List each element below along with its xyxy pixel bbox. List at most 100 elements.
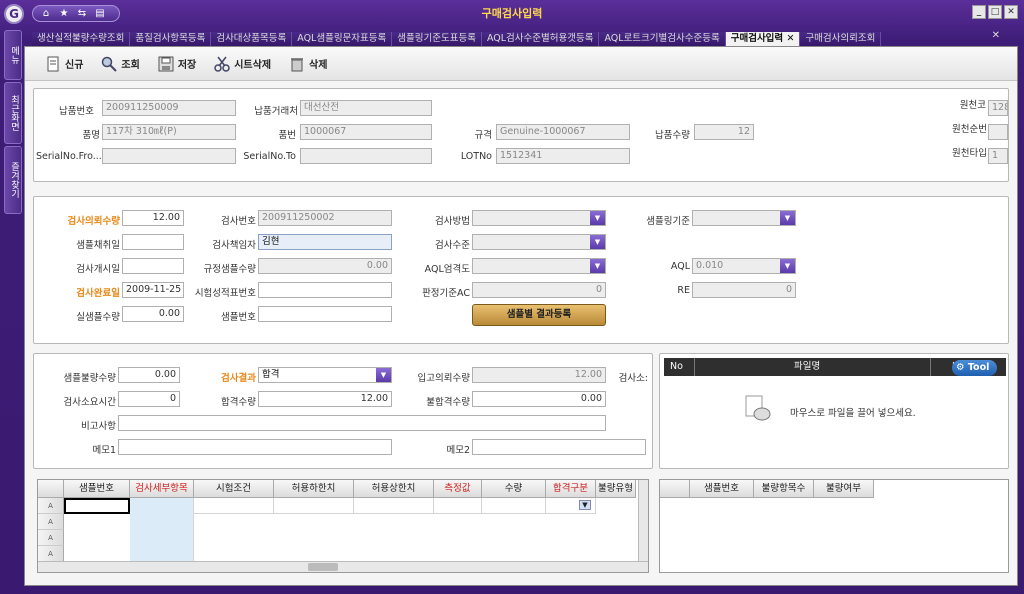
insp-no-field[interactable]: 200911250002 — [258, 210, 392, 226]
grid-cell[interactable] — [354, 498, 434, 514]
grid-cell[interactable] — [194, 498, 274, 514]
grid-cell-active[interactable] — [64, 498, 130, 514]
memo2-field[interactable] — [472, 439, 646, 455]
aql-select[interactable]: 0.010 ▼ — [692, 258, 796, 274]
sample-date-field[interactable] — [122, 234, 184, 250]
report-no-field[interactable] — [258, 282, 392, 298]
tool-button[interactable]: ⚙ Tool — [952, 360, 998, 376]
column-header[interactable]: 측정값 — [434, 480, 482, 498]
level-select[interactable]: ▼ — [472, 234, 606, 250]
delete-button[interactable]: 삭제 — [289, 56, 327, 72]
real-sample-field[interactable]: 0.00 — [122, 306, 184, 322]
source-type-field[interactable]: 1 — [988, 148, 1008, 164]
tab-aql-lot[interactable]: AQL로트크기별검사수준등록 — [599, 32, 726, 46]
sheet-delete-button[interactable]: 시트삭제 — [214, 56, 271, 72]
result-select[interactable]: 합격 ▼ — [258, 367, 392, 383]
sample-no-field[interactable] — [258, 306, 392, 322]
lot-field[interactable]: 1512341 — [496, 148, 630, 164]
window-controls: _ □ ✕ — [972, 5, 1018, 19]
tab-inspection-target[interactable]: 검사대상품목등록 — [211, 32, 293, 46]
delivery-no-field[interactable]: 200911250009 — [102, 100, 236, 116]
sidebar-item-menu[interactable]: 메뉴 — [4, 30, 22, 80]
chevron-down-icon[interactable]: ▼ — [579, 500, 591, 510]
inspector-field[interactable]: 김현 — [258, 234, 392, 250]
save-button[interactable]: 저장 — [158, 56, 196, 72]
column-header[interactable]: 불량여부 — [814, 480, 874, 498]
grid-cell[interactable] — [274, 498, 354, 514]
source-type-label: 원천타입 — [952, 148, 987, 159]
serial-to-field[interactable] — [300, 148, 432, 164]
level-label: 검사수준 — [435, 240, 470, 251]
sample-result-button[interactable]: 샘플별 결과등록 — [472, 304, 606, 326]
column-header[interactable]: 시험조건 — [194, 480, 274, 498]
tab-aql-letter[interactable]: AQL샘플링문자표등록 — [292, 32, 393, 46]
row-header[interactable]: A — [38, 530, 64, 546]
row-header[interactable]: A — [38, 514, 64, 530]
tab-aql-level[interactable]: AQL검사수준별허용갯등록 — [481, 32, 600, 46]
sidebar-item-favorites[interactable]: 즐겨찾기 — [4, 146, 22, 214]
column-header[interactable]: 합격구분 — [546, 480, 596, 498]
tab-production-defect[interactable]: 생산실적불량수량조회 — [32, 32, 131, 46]
new-button[interactable]: 신규 — [45, 56, 83, 72]
column-header[interactable]: 검사세부항목 — [130, 480, 194, 498]
grid-cell[interactable] — [482, 498, 546, 514]
spec-field[interactable]: Genuine-1000067 — [496, 124, 630, 140]
column-header[interactable]: 샘플번호 — [690, 480, 754, 498]
defect-qty-field[interactable]: 0.00 — [118, 367, 180, 383]
remark-field[interactable] — [118, 415, 606, 431]
row-header[interactable]: A — [38, 546, 64, 562]
source-seq-field[interactable] — [988, 124, 1008, 140]
time-field[interactable]: 0 — [118, 391, 180, 407]
vendor-field[interactable]: 대선산전 — [300, 100, 432, 116]
row-header[interactable]: A — [38, 498, 64, 514]
maximize-icon[interactable]: □ — [988, 5, 1002, 19]
search-label: 조회 — [121, 60, 140, 71]
tab-quality-items[interactable]: 품질검사항목등록 — [130, 32, 212, 46]
tab-sampling-table[interactable]: 샘플링기준도표등록 — [392, 32, 482, 46]
ac-field[interactable]: 0 — [472, 282, 606, 298]
fail-field[interactable]: 0.00 — [472, 391, 606, 407]
qty-field[interactable]: 12 — [694, 124, 754, 140]
grid-cell[interactable]: ▼ — [546, 498, 596, 514]
column-header[interactable]: 수량 — [482, 480, 546, 498]
sampling-std-select[interactable]: ▼ — [692, 210, 796, 226]
minimize-icon[interactable]: _ — [972, 5, 986, 19]
column-header[interactable]: 허용상한치 — [354, 480, 434, 498]
column-header[interactable]: 불량유형 — [596, 480, 636, 498]
grid-column-highlight[interactable] — [130, 498, 194, 562]
scroll-thumb[interactable] — [308, 563, 338, 571]
defect-grid[interactable]: 샘플번호 불량항목수 불량여부 — [659, 479, 1009, 573]
grid-cell[interactable] — [434, 498, 482, 514]
delivery-panel: 납품번호 200911250009 납품거래처 대선산전 품명 117차 310… — [33, 88, 1009, 182]
method-select[interactable]: ▼ — [472, 210, 606, 226]
column-header[interactable]: 허용하한치 — [274, 480, 354, 498]
real-sample-label: 실샘플수량 — [76, 312, 120, 323]
std-sample-field[interactable]: 0.00 — [258, 258, 392, 274]
horizontal-scrollbar[interactable] — [38, 561, 648, 572]
serial-from-field[interactable] — [102, 148, 236, 164]
memo2-label: 메모2 — [446, 445, 470, 456]
tabs-close-icon[interactable]: ✕ — [992, 30, 1000, 41]
aql-strict-select[interactable]: ▼ — [472, 258, 606, 274]
vertical-scrollbar[interactable] — [638, 480, 648, 562]
item-no-field[interactable]: 1000067 — [300, 124, 432, 140]
column-header[interactable]: 샘플번호 — [64, 480, 130, 498]
pass-field[interactable]: 12.00 — [258, 391, 392, 407]
column-header[interactable]: 불량항목수 — [754, 480, 814, 498]
item-name-field[interactable]: 117차 310㎖(P) — [102, 124, 236, 140]
done-field[interactable]: 2009-11-25 — [122, 282, 184, 298]
tab-purchase-inspection[interactable]: 구매검사입력 ✕ — [725, 32, 801, 46]
req-qty-field[interactable]: 12.00 — [122, 210, 184, 226]
in-req-field[interactable]: 12.00 — [472, 367, 606, 383]
inspection-grid[interactable]: 샘플번호 검사세부항목 시험조건 허용하한치 허용상한치 측정값 수량 합격구분… — [37, 479, 649, 573]
search-button[interactable]: 조회 — [101, 56, 140, 72]
sidebar-item-recent[interactable]: 최근화면 — [4, 82, 22, 144]
start-field[interactable] — [122, 258, 184, 274]
serial-to-label: SerialNo.To — [243, 151, 296, 162]
tab-inspection-request[interactable]: 구매검사의뢰조회 — [800, 32, 882, 46]
ac-label: 판정기준AC — [422, 288, 470, 299]
source-code-field[interactable]: 128 — [988, 100, 1008, 116]
memo1-field[interactable] — [118, 439, 392, 455]
re-field[interactable]: 0 — [692, 282, 796, 298]
close-icon[interactable]: ✕ — [1004, 5, 1018, 19]
